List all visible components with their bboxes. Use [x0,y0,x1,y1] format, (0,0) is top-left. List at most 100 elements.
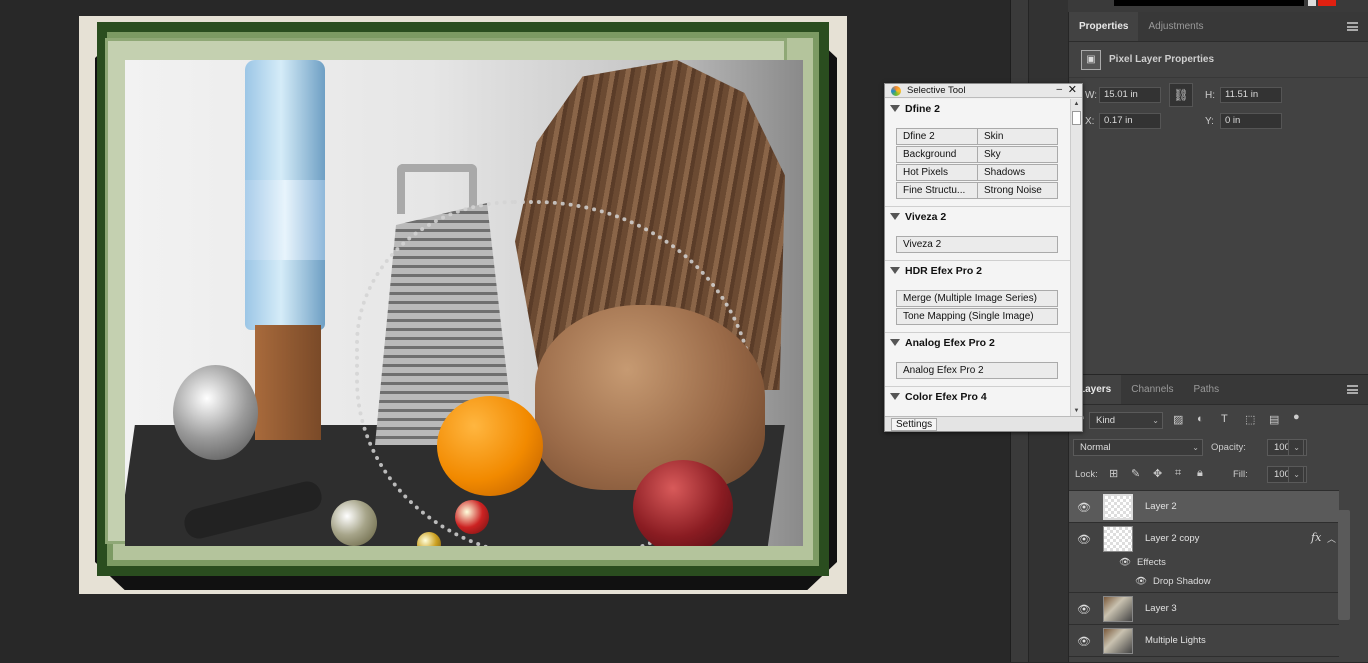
dfine-button[interactable]: Dfine 2 [896,128,978,145]
nik-logo-icon [891,86,901,96]
section-dfine-2[interactable]: Dfine 2 [885,100,1071,118]
height-field[interactable]: 11.51 in [1220,87,1282,103]
chevron-down-icon: ⌄ [1293,443,1300,452]
section-analog-efex-pro-2[interactable]: Analog Efex Pro 2 [885,334,1071,352]
selective-tool-title: Selective Tool [907,85,966,96]
smart-object-filter-icon[interactable]: ▤ [1269,413,1279,426]
section-divider [885,332,1071,333]
skin-button[interactable]: Skin [977,128,1058,145]
type-filter-icon[interactable]: T [1221,413,1228,425]
pixel-filter-icon[interactable]: ▨ [1173,413,1183,426]
layer-name: Layer 2 copy [1145,533,1200,544]
eye-icon[interactable]: 👁︎ [1077,501,1091,514]
fx-icon[interactable]: fx [1311,531,1321,544]
selective-tool-titlebar[interactable]: Selective Tool – ✕ [885,84,1082,98]
photo-marble [331,500,377,546]
chevron-down-icon: ⌄ [1192,443,1199,452]
layers-scrollbar[interactable] [1338,510,1350,620]
background-button[interactable]: Background [896,146,978,163]
layer-name: Layer 2 [1145,501,1177,512]
width-field[interactable]: 15.01 in [1099,87,1161,103]
section-hdr-efex-pro-2[interactable]: HDR Efex Pro 2 [885,262,1071,280]
x-field[interactable]: 0.17 in [1099,113,1161,129]
tab-adjustments[interactable]: Adjustments [1138,12,1213,41]
layer-thumbnail [1103,596,1133,622]
filter-toggle-icon[interactable]: ● [1293,411,1300,423]
fill-dropdown[interactable]: ⌄ [1288,466,1304,483]
eye-icon[interactable]: 👁︎ [1077,635,1091,648]
section-color-efex-pro-4[interactable]: Color Efex Pro 4 [885,388,1071,406]
eye-icon[interactable]: 👁︎ [1077,533,1091,546]
opacity-label: Opacity: [1211,442,1246,453]
scroll-up-icon[interactable]: ▲ [1071,99,1082,109]
lock-label: Lock: [1075,469,1098,480]
eye-icon[interactable]: 👁︎ [1119,557,1131,568]
lock-transparent-icon[interactable]: ⊞ [1109,467,1118,480]
tab-properties[interactable]: Properties [1069,12,1139,41]
section-divider [885,386,1071,387]
selective-tool-scrollbar[interactable]: ▲ ▼ [1070,99,1082,416]
blend-mode-value: Normal [1080,442,1111,453]
layer-row[interactable]: 👁︎ Layer 2 [1069,490,1339,522]
color-ramp[interactable] [1114,0,1304,6]
blend-mode-dropdown[interactable]: Normal ⌄ [1073,439,1203,456]
lock-artboard-icon[interactable]: ⌗ [1175,467,1181,480]
strong-noise-button[interactable]: Strong Noise [977,182,1058,199]
layer-thumbnail [1103,628,1133,654]
tab-paths[interactable]: Paths [1184,375,1230,404]
tab-channels[interactable]: Channels [1121,375,1183,404]
layer-row[interactable]: 👁︎ Layer 3 [1069,592,1339,624]
fine-structures-button[interactable]: Fine Structu... [896,182,978,199]
foreground-swatch[interactable] [1318,0,1336,6]
tone-mapping-button[interactable]: Tone Mapping (Single Image) [896,308,1058,325]
layer-row[interactable]: 👁︎ Multiple Lights [1069,624,1339,656]
scroll-thumb[interactable] [1072,111,1081,125]
w-label: W: [1085,90,1098,101]
lock-icon[interactable]: 🔒︎ [1197,467,1203,480]
shadows-button[interactable]: Shadows [977,164,1058,181]
layers-tabs: Layers Channels Paths [1069,375,1368,405]
background-swatch[interactable] [1308,0,1316,6]
merge-button[interactable]: Merge (Multiple Image Series) [896,290,1058,307]
settings-button[interactable]: Settings [891,418,938,431]
document-image[interactable] [79,16,847,594]
chevron-up-icon[interactable]: ︿ [1327,532,1336,545]
hot-pixels-button[interactable]: Hot Pixels [896,164,978,181]
link-icon[interactable]: ⛓ [1169,83,1193,107]
layer-thumbnail [1103,494,1133,520]
adjustment-filter-icon[interactable]: ◐ [1197,413,1204,425]
chevron-down-icon: ⌄ [1152,416,1159,425]
close-icon[interactable]: ✕ [1068,83,1077,97]
scroll-down-icon[interactable]: ▼ [1071,406,1082,416]
drop-shadow-label[interactable]: Drop Shadow [1153,576,1211,587]
photo-wood-block [255,325,321,440]
filter-kind-label: Kind [1096,415,1116,426]
filter-kind-dropdown[interactable]: Kind ⌄ [1089,412,1163,429]
lock-brush-icon[interactable]: ✎ [1131,467,1140,480]
photo-bottle-label [245,180,325,260]
opacity-dropdown[interactable]: ⌄ [1288,439,1304,456]
panel-menu-icon[interactable] [1347,385,1358,394]
image-icon: ▣ [1081,49,1101,70]
effects-label[interactable]: Effects [1137,557,1166,568]
sky-button[interactable]: Sky [977,146,1058,163]
layer-thumbnail [1103,526,1133,552]
layer-row[interactable]: 👁︎ Layer 2 copy fx ︿ [1069,522,1339,554]
photo-ladle [173,365,258,460]
eye-icon[interactable]: 👁︎ [1135,576,1147,587]
layers-panel: Layers Channels Paths ⌕ Kind ⌄ ▨ ◐ T ⬚ ▤… [1068,374,1368,662]
y-field[interactable]: 0 in [1220,113,1282,129]
document-canvas[interactable] [0,0,1010,662]
properties-panel: Properties Adjustments ▣ Pixel Layer Pro… [1068,12,1368,374]
viveza-button[interactable]: Viveza 2 [896,236,1058,253]
shape-filter-icon[interactable]: ⬚ [1245,413,1255,426]
section-viveza-2[interactable]: Viveza 2 [885,208,1071,226]
properties-tabs: Properties Adjustments [1069,12,1368,42]
layer-name: Layer 3 [1145,603,1177,614]
minimize-icon[interactable]: – [1056,83,1062,97]
selective-tool-window[interactable]: Selective Tool – ✕ Dfine 2 Dfine 2 Skin … [884,83,1083,432]
panel-menu-icon[interactable] [1347,22,1358,31]
lock-position-icon[interactable]: ✥ [1153,467,1162,480]
eye-icon[interactable]: 👁︎ [1077,603,1091,616]
analog-efex-button[interactable]: Analog Efex Pro 2 [896,362,1058,379]
